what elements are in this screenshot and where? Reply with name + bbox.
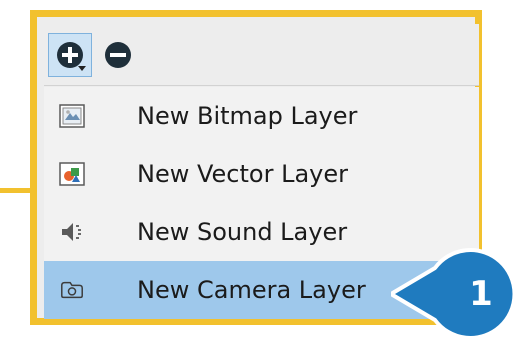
remove-layer-icon: [105, 41, 131, 68]
step-number: 1: [469, 274, 493, 314]
layer-toolbar: [44, 24, 479, 86]
bitmap-layer-icon: [59, 103, 85, 129]
camera-layer-icon: [59, 277, 85, 303]
menu-item-new-vector-layer[interactable]: New Vector Layer: [44, 145, 479, 203]
step-callout: 1: [389, 246, 517, 342]
menu-item-label: New Sound Layer: [137, 218, 348, 246]
screenshot-stage: New Bitmap Layer New Vector Layer New So…: [0, 0, 521, 352]
menu-item-label: New Vector Layer: [137, 160, 348, 188]
menu-item-label: New Bitmap Layer: [137, 102, 358, 130]
add-layer-button[interactable]: [48, 32, 92, 77]
menu-item-new-bitmap-layer[interactable]: New Bitmap Layer: [44, 87, 479, 145]
vector-layer-icon: [59, 161, 85, 187]
dropdown-caret-icon: [78, 65, 86, 71]
callout-line: [0, 188, 30, 193]
menu-item-label: New Camera Layer: [137, 276, 366, 304]
sound-layer-icon: [59, 219, 85, 245]
remove-layer-button[interactable]: [96, 33, 140, 77]
